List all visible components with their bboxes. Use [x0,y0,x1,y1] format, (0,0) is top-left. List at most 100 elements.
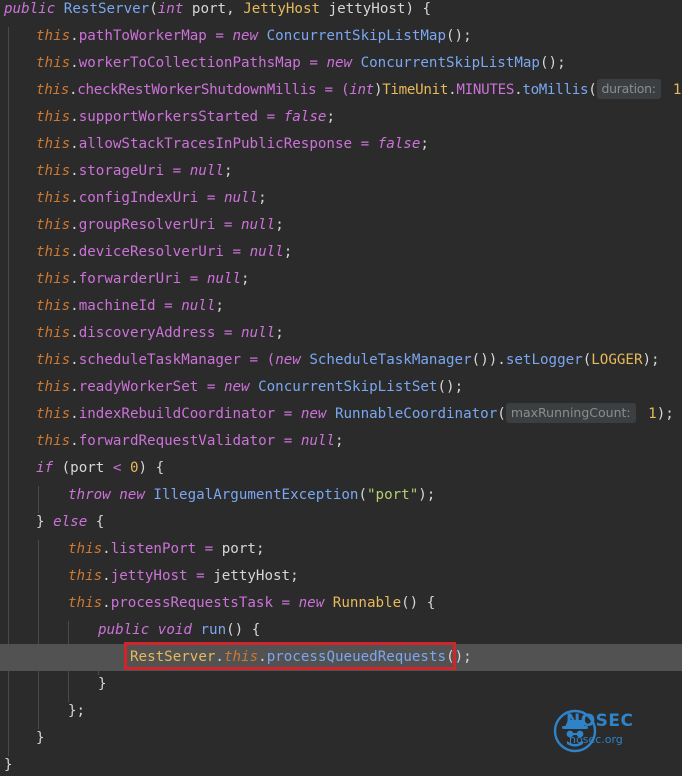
punct: ) [373,82,383,98]
operator: = [275,406,301,422]
punct: . [70,217,79,233]
this-keyword: this [36,190,71,206]
closing-brace: } [4,757,13,773]
punct: ); [656,406,674,422]
punct: ; [283,244,293,260]
type-name: Runnable [324,595,402,611]
code-line[interactable]: this.storageUri = null; [0,158,682,185]
literal: null [206,271,242,287]
code-line[interactable]: if (port < 0) { [0,455,682,482]
operator: = [258,109,284,125]
literal: null [181,298,216,314]
punct: ( [358,487,367,503]
punct: . [102,568,111,584]
operator: = [198,190,224,206]
code-line[interactable]: this.listenPort = port; [0,536,682,563]
code-line[interactable]: throw new IllegalArgumentException("port… [0,482,682,509]
type-name: ConcurrentSkipListMap [352,55,540,71]
field-name: groupResolverUri [78,217,216,233]
this-keyword: this [36,298,71,314]
code-line[interactable]: this.deviceResolverUri = null; [0,239,682,266]
variable: port [221,541,256,557]
keyword: new [326,55,353,71]
keyword: new [119,487,145,503]
operator: = [187,568,214,584]
this-keyword: this [36,244,71,260]
code-editor[interactable]: public RestServer(int port, JettyHost je… [0,0,682,776]
punct: (); [446,28,472,44]
operator: = [198,379,224,395]
punct: . [70,325,79,341]
code-line[interactable]: this.checkRestWorkerShutdownMillis = (in… [0,77,682,104]
code-line[interactable]: public void run() { [0,617,682,644]
this-keyword: this [36,163,71,179]
operator: = [206,28,233,44]
operator: = ( [316,82,350,98]
punct: . [70,379,79,395]
code-line[interactable]: this.processRequestsTask = new Runnable(… [0,590,682,617]
operator: = [181,271,207,287]
field-name: scheduleTaskManager [78,352,242,368]
type-name: ScheduleTaskManager [300,352,472,368]
operator: = [196,541,222,557]
field-name: allowStackTracesInPublicResponse [78,136,353,152]
code-line[interactable]: this.readyWorkerSet = new ConcurrentSkip… [0,374,682,401]
keyword: new [232,28,259,44]
constant: MINUTES [456,82,515,98]
punct: () { [401,595,436,611]
punct: () { [226,622,261,638]
field-name: discoveryAddress [78,325,216,341]
keyword: if [36,460,54,476]
code-line[interactable]: } [0,752,682,776]
punct: . [70,28,79,44]
this-keyword: this [68,541,103,557]
code-line[interactable]: this.supportWorkersStarted = false; [0,104,682,131]
punct: . [68,82,78,98]
this-keyword: this [36,109,71,125]
code-line[interactable]: this.jettyHost = jettyHost; [0,563,682,590]
code-line[interactable]: this.forwardRequestValidator = null; [0,428,682,455]
punct: . [70,244,79,260]
number-literal: 1L [672,82,682,98]
code-line[interactable]: this.allowStackTracesInPublicResponse = … [0,131,682,158]
punct: . [70,55,79,71]
punct: ); [418,487,436,503]
keyword: public [4,1,56,17]
punct [192,622,201,638]
operator: = [215,325,242,341]
punct: . [70,406,79,422]
punct: ; [215,298,224,314]
punct: ; [290,568,299,584]
code-line[interactable]: this.machineId = null; [0,293,682,320]
punct: ; [255,541,265,557]
field-name: supportWorkersStarted [78,109,259,125]
code-line[interactable]: public RestServer(int port, JettyHost je… [0,0,682,23]
code-line[interactable]: } [0,671,682,698]
code-line[interactable]: this.groupResolverUri = null; [0,212,682,239]
code-line[interactable]: this.configIndexUri = null; [0,185,682,212]
code-line[interactable]: } else { [0,509,682,536]
punct: ( [497,406,506,422]
punct: . [70,433,79,449]
code-line[interactable]: this.indexRebuildCoordinator = new Runna… [0,401,682,428]
code-line[interactable]: this.pathToWorkerMap = new ConcurrentSki… [0,23,682,50]
code-line[interactable]: this.workerToCollectionPathsMap = new Co… [0,50,682,77]
this-keyword: this [68,595,103,611]
parameter-hint: maxRunningCount: [505,403,636,423]
punct: . [102,541,111,557]
code-line[interactable]: this.discoveryAddress = null; [0,320,682,347]
code-line[interactable]: this.scheduleTaskManager = (new Schedule… [0,347,682,374]
code-line[interactable]: this.forwarderUri = null; [0,266,682,293]
punct: ; [275,217,284,233]
field-name: listenPort [110,541,197,557]
literal: null [300,433,335,449]
punct: ; [241,271,250,287]
closing-brace: } [98,676,107,692]
punct: ; [334,433,344,449]
type-name: JettyHost [243,1,321,17]
field-name: indexRebuildCoordinator [78,406,276,422]
punct: } [36,514,54,530]
field-name: configIndexUri [78,190,199,206]
punct: ; [258,190,267,206]
punct: ) { [138,460,165,476]
